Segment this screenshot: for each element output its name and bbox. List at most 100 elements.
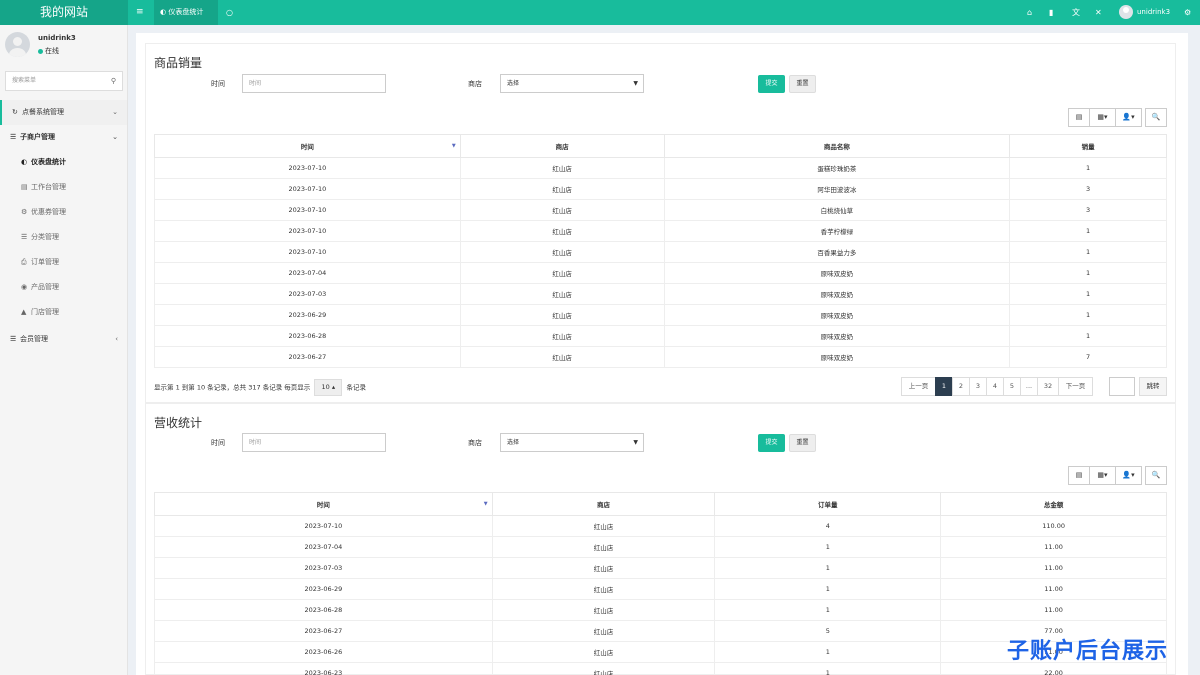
table-row[interactable]: 2023-07-10 红山店 白桃烧仙草 3 — [154, 199, 1167, 221]
sidebar-item-workbench[interactable]: ▤ 工作台管理 — [0, 175, 127, 200]
table-row[interactable]: 2023-06-28 红山店 1 11.00 — [154, 599, 1167, 621]
menu-toggle-icon[interactable]: ≡ — [136, 0, 146, 25]
table-cell: 3 — [1009, 199, 1167, 221]
trash-icon[interactable]: ▮ — [1049, 0, 1053, 25]
reset-button[interactable]: 重置 — [789, 75, 816, 93]
columns-icon[interactable]: ▦▾ — [1089, 466, 1116, 485]
sidebar-item-sub-merchant[interactable]: ☰ 子商户管理 ⌄ — [0, 125, 127, 150]
sidebar-item-coupons[interactable]: ⚙ 优惠券管理 — [0, 200, 127, 225]
reset-button[interactable]: 重置 — [789, 434, 816, 452]
table-cell: 2023-07-03 — [154, 557, 493, 579]
table-cell: 2023-06-28 — [154, 599, 493, 621]
col-sales[interactable]: 销量 — [1009, 134, 1167, 158]
page-button[interactable]: 32 — [1037, 377, 1059, 396]
table-row[interactable]: 2023-07-03 红山店 1 11.00 — [154, 557, 1167, 579]
page-size-select[interactable]: 10 ▴ — [314, 379, 343, 396]
col-time[interactable]: 时间 ▼ — [154, 134, 461, 158]
sidebar-item-members[interactable]: ☰ 会员管理 ‹ — [0, 327, 127, 352]
table-row[interactable]: 2023-06-29 红山店 1 11.00 — [154, 578, 1167, 600]
list-icon: ☰ — [10, 133, 17, 141]
next-page-button[interactable]: 下一页 — [1058, 377, 1093, 396]
table-cell: 红山店 — [491, 557, 716, 579]
sort-arrow-icon[interactable]: ▼ — [452, 143, 456, 149]
table-cell: 11.00 — [940, 599, 1167, 621]
table-row[interactable]: 2023-06-27 红山店 原味双皮奶 7 — [154, 346, 1167, 368]
shop-select[interactable]: 选择 ▼ — [500, 433, 644, 452]
page-button[interactable]: 2 — [952, 377, 970, 396]
sidebar-item-orders[interactable]: ⎙ 订单管理 — [0, 250, 127, 275]
table-cell: 红山店 — [459, 241, 665, 263]
menu-search-input[interactable]: 搜索菜单 ⚲ — [5, 71, 123, 91]
table-row[interactable]: 2023-07-04 红山店 1 11.00 — [154, 536, 1167, 558]
col-time[interactable]: 时间 ▼ — [154, 492, 493, 516]
col-total-amount[interactable]: 总金额 — [940, 492, 1167, 516]
search-icon[interactable]: 🔍 — [1145, 466, 1167, 485]
table-cell: 白桃烧仙草 — [663, 199, 1011, 221]
avatar[interactable] — [1119, 5, 1133, 19]
sort-arrow-icon[interactable]: ▼ — [484, 501, 488, 507]
table-row[interactable]: 2023-06-28 红山店 原味双皮奶 1 — [154, 325, 1167, 347]
table-row[interactable]: 2023-07-10 红山店 百香果益力多 1 — [154, 241, 1167, 263]
search-icon[interactable]: ⚲ — [111, 72, 116, 90]
toggle-view-icon[interactable]: ▤ — [1068, 466, 1090, 485]
table-cell: 110.00 — [940, 515, 1167, 537]
table-cell: 1 — [714, 578, 942, 600]
watermark-caption: 子账户后台展示 — [1007, 639, 1169, 664]
table-row[interactable]: 2023-07-10 红山店 香芋柠檬绿 1 — [154, 220, 1167, 242]
col-shop[interactable]: 商店 — [491, 492, 716, 516]
table-row[interactable]: 2023-07-10 红山店 4 110.00 — [154, 515, 1167, 537]
columns-icon[interactable]: ▦▾ — [1089, 108, 1116, 127]
table-cell: 2023-06-29 — [154, 304, 461, 326]
table-row[interactable]: 2023-07-10 红山店 阿华田波波冰 3 — [154, 178, 1167, 200]
jump-button[interactable]: 跳转 — [1139, 377, 1167, 396]
sidebar-item-ordering-system[interactable]: ↻ 点餐系统管理 ⌄ — [0, 100, 127, 125]
col-shop[interactable]: 商店 — [459, 134, 665, 158]
table-row[interactable]: 2023-06-29 红山店 原味双皮奶 1 — [154, 304, 1167, 326]
language-icon[interactable]: 文 — [1072, 0, 1080, 25]
sidebar-item-categories[interactable]: ☰ 分类管理 — [0, 225, 127, 250]
time-input[interactable]: 时间 — [242, 74, 386, 93]
export-icon[interactable]: 👤▾ — [1115, 466, 1142, 485]
top-username[interactable]: unidrink3 — [1137, 0, 1170, 25]
tab-dashboard[interactable]: ◐ 仪表盘统计 — [154, 0, 218, 25]
table-row[interactable]: 2023-07-10 红山店 蛋糕珍珠奶茶 1 — [154, 157, 1167, 179]
toggle-view-icon[interactable]: ▤ — [1068, 108, 1090, 127]
settings-icon[interactable]: ⚙ — [1184, 0, 1191, 25]
jump-page-input[interactable] — [1109, 377, 1135, 396]
shop-select[interactable]: 选择 ▼ — [500, 74, 644, 93]
submit-button[interactable]: 提交 — [758, 434, 785, 452]
fullscreen-icon[interactable]: ✕ — [1095, 0, 1102, 25]
table-cell: 1 — [1009, 325, 1167, 347]
table-cell: 2023-07-10 — [154, 220, 461, 242]
main-content: 商品销量 时间 时间 商店 选择 ▼ 提交 重置 ▤ ▦▾ 👤▾ 🔍 时间 ▼ 商店… — [136, 33, 1188, 675]
table-cell: 1 — [714, 599, 942, 621]
table-row[interactable]: 2023-07-03 红山店 原味双皮奶 1 — [154, 283, 1167, 305]
site-logo[interactable]: 我的网站 — [0, 0, 128, 25]
time-input[interactable]: 时间 — [242, 433, 386, 452]
refresh-menu-icon: ↻ — [12, 108, 18, 116]
page-button[interactable]: 5 — [1003, 377, 1021, 396]
submit-button[interactable]: 提交 — [758, 75, 785, 93]
export-icon[interactable]: 👤▾ — [1115, 108, 1142, 127]
shop-select-value: 选择 — [507, 80, 520, 87]
table-cell: 红山店 — [459, 262, 665, 284]
table-cell: 11.00 — [940, 578, 1167, 600]
sidebar-item-stores[interactable]: ▲ 门店管理 — [0, 300, 127, 325]
sidebar-item-dashboard[interactable]: ◐ 仪表盘统计 — [0, 150, 127, 175]
home-icon[interactable]: ⌂ — [1027, 0, 1032, 25]
page-button[interactable]: 3 — [969, 377, 987, 396]
refresh-icon[interactable]: ○ — [226, 0, 233, 25]
table-cell: 红山店 — [491, 578, 716, 600]
table-cell: 2023-06-23 — [154, 662, 493, 675]
search-icon[interactable]: 🔍 — [1145, 108, 1167, 127]
table-row[interactable]: 2023-07-04 红山店 原味双皮奶 1 — [154, 262, 1167, 284]
sidebar-item-products[interactable]: ◉ 产品管理 — [0, 275, 127, 300]
col-order-count[interactable]: 订单量 — [714, 492, 942, 516]
page-button[interactable]: ... — [1020, 377, 1038, 396]
page-button[interactable]: 4 — [986, 377, 1004, 396]
table-cell: 原味双皮奶 — [663, 304, 1011, 326]
table-cell: 3 — [1009, 178, 1167, 200]
col-product-name[interactable]: 商品名称 — [663, 134, 1011, 158]
page-button[interactable]: 1 — [935, 377, 953, 396]
prev-page-button[interactable]: 上一页 — [901, 377, 936, 396]
